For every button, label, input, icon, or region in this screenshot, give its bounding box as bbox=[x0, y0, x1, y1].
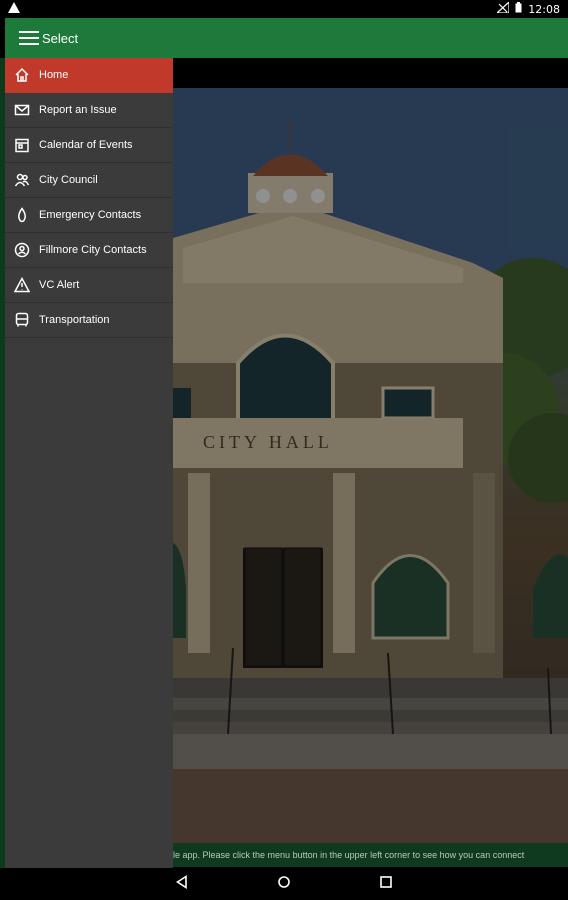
drawer-item-label: Emergency Contacts bbox=[39, 209, 142, 221]
drawer-item-label: Calendar of Events bbox=[39, 139, 133, 151]
recents-square-icon[interactable] bbox=[379, 875, 393, 894]
app-bar-title[interactable]: Select bbox=[42, 31, 78, 46]
drawer-item-emergency-contacts[interactable]: Emergency Contacts bbox=[5, 198, 173, 233]
bus-icon bbox=[13, 311, 31, 329]
info-banner-text: le app. Please click the menu button in … bbox=[173, 850, 525, 860]
drawer-item-label: Home bbox=[39, 69, 69, 81]
drawer-item-calendar-of-events[interactable]: Calendar of Events bbox=[5, 128, 173, 163]
navigation-drawer: Home Report an Issue Calendar of Events … bbox=[5, 58, 173, 868]
app-bar: Select bbox=[5, 18, 568, 58]
drawer-item-report-an-issue[interactable]: Report an Issue bbox=[5, 93, 173, 128]
drawer-item-city-council[interactable]: City Council bbox=[5, 163, 173, 198]
content-header-strip bbox=[173, 58, 568, 88]
status-bar: 12:08 bbox=[0, 0, 568, 18]
drawer-item-label: Report an Issue bbox=[39, 104, 117, 116]
alert-triangle-icon bbox=[13, 276, 31, 294]
drawer-item-home[interactable]: Home bbox=[5, 58, 173, 93]
info-banner: le app. Please click the menu button in … bbox=[173, 843, 568, 867]
drawer-item-label: City Council bbox=[39, 174, 98, 186]
calendar-icon bbox=[13, 136, 31, 154]
drawer-item-fillmore-city-contacts[interactable]: Fillmore City Contacts bbox=[5, 233, 173, 268]
hamburger-menu-icon[interactable] bbox=[19, 31, 39, 45]
drawer-item-transportation[interactable]: Transportation bbox=[5, 303, 173, 338]
system-nav-bar bbox=[0, 868, 568, 900]
signal-off-icon bbox=[495, 0, 510, 16]
people-icon bbox=[13, 171, 31, 189]
status-time: 12:08 bbox=[528, 2, 560, 16]
drawer-scrim[interactable] bbox=[173, 88, 568, 843]
home-circle-icon[interactable] bbox=[277, 875, 291, 894]
drawer-item-label: Fillmore City Contacts bbox=[39, 244, 147, 256]
back-icon[interactable] bbox=[175, 874, 189, 894]
envelope-icon bbox=[13, 101, 31, 119]
contacts-icon bbox=[13, 241, 31, 259]
drawer-item-label: Transportation bbox=[39, 314, 110, 326]
city-hall-photo: CITY HALL bbox=[173, 88, 568, 843]
warning-icon bbox=[8, 2, 20, 16]
battery-icon bbox=[515, 2, 522, 16]
flame-icon bbox=[13, 206, 31, 224]
status-icons: 12:08 bbox=[495, 0, 560, 16]
home-icon bbox=[13, 66, 31, 84]
drawer-item-vc-alert[interactable]: VC Alert bbox=[5, 268, 173, 303]
drawer-item-label: VC Alert bbox=[39, 279, 80, 291]
